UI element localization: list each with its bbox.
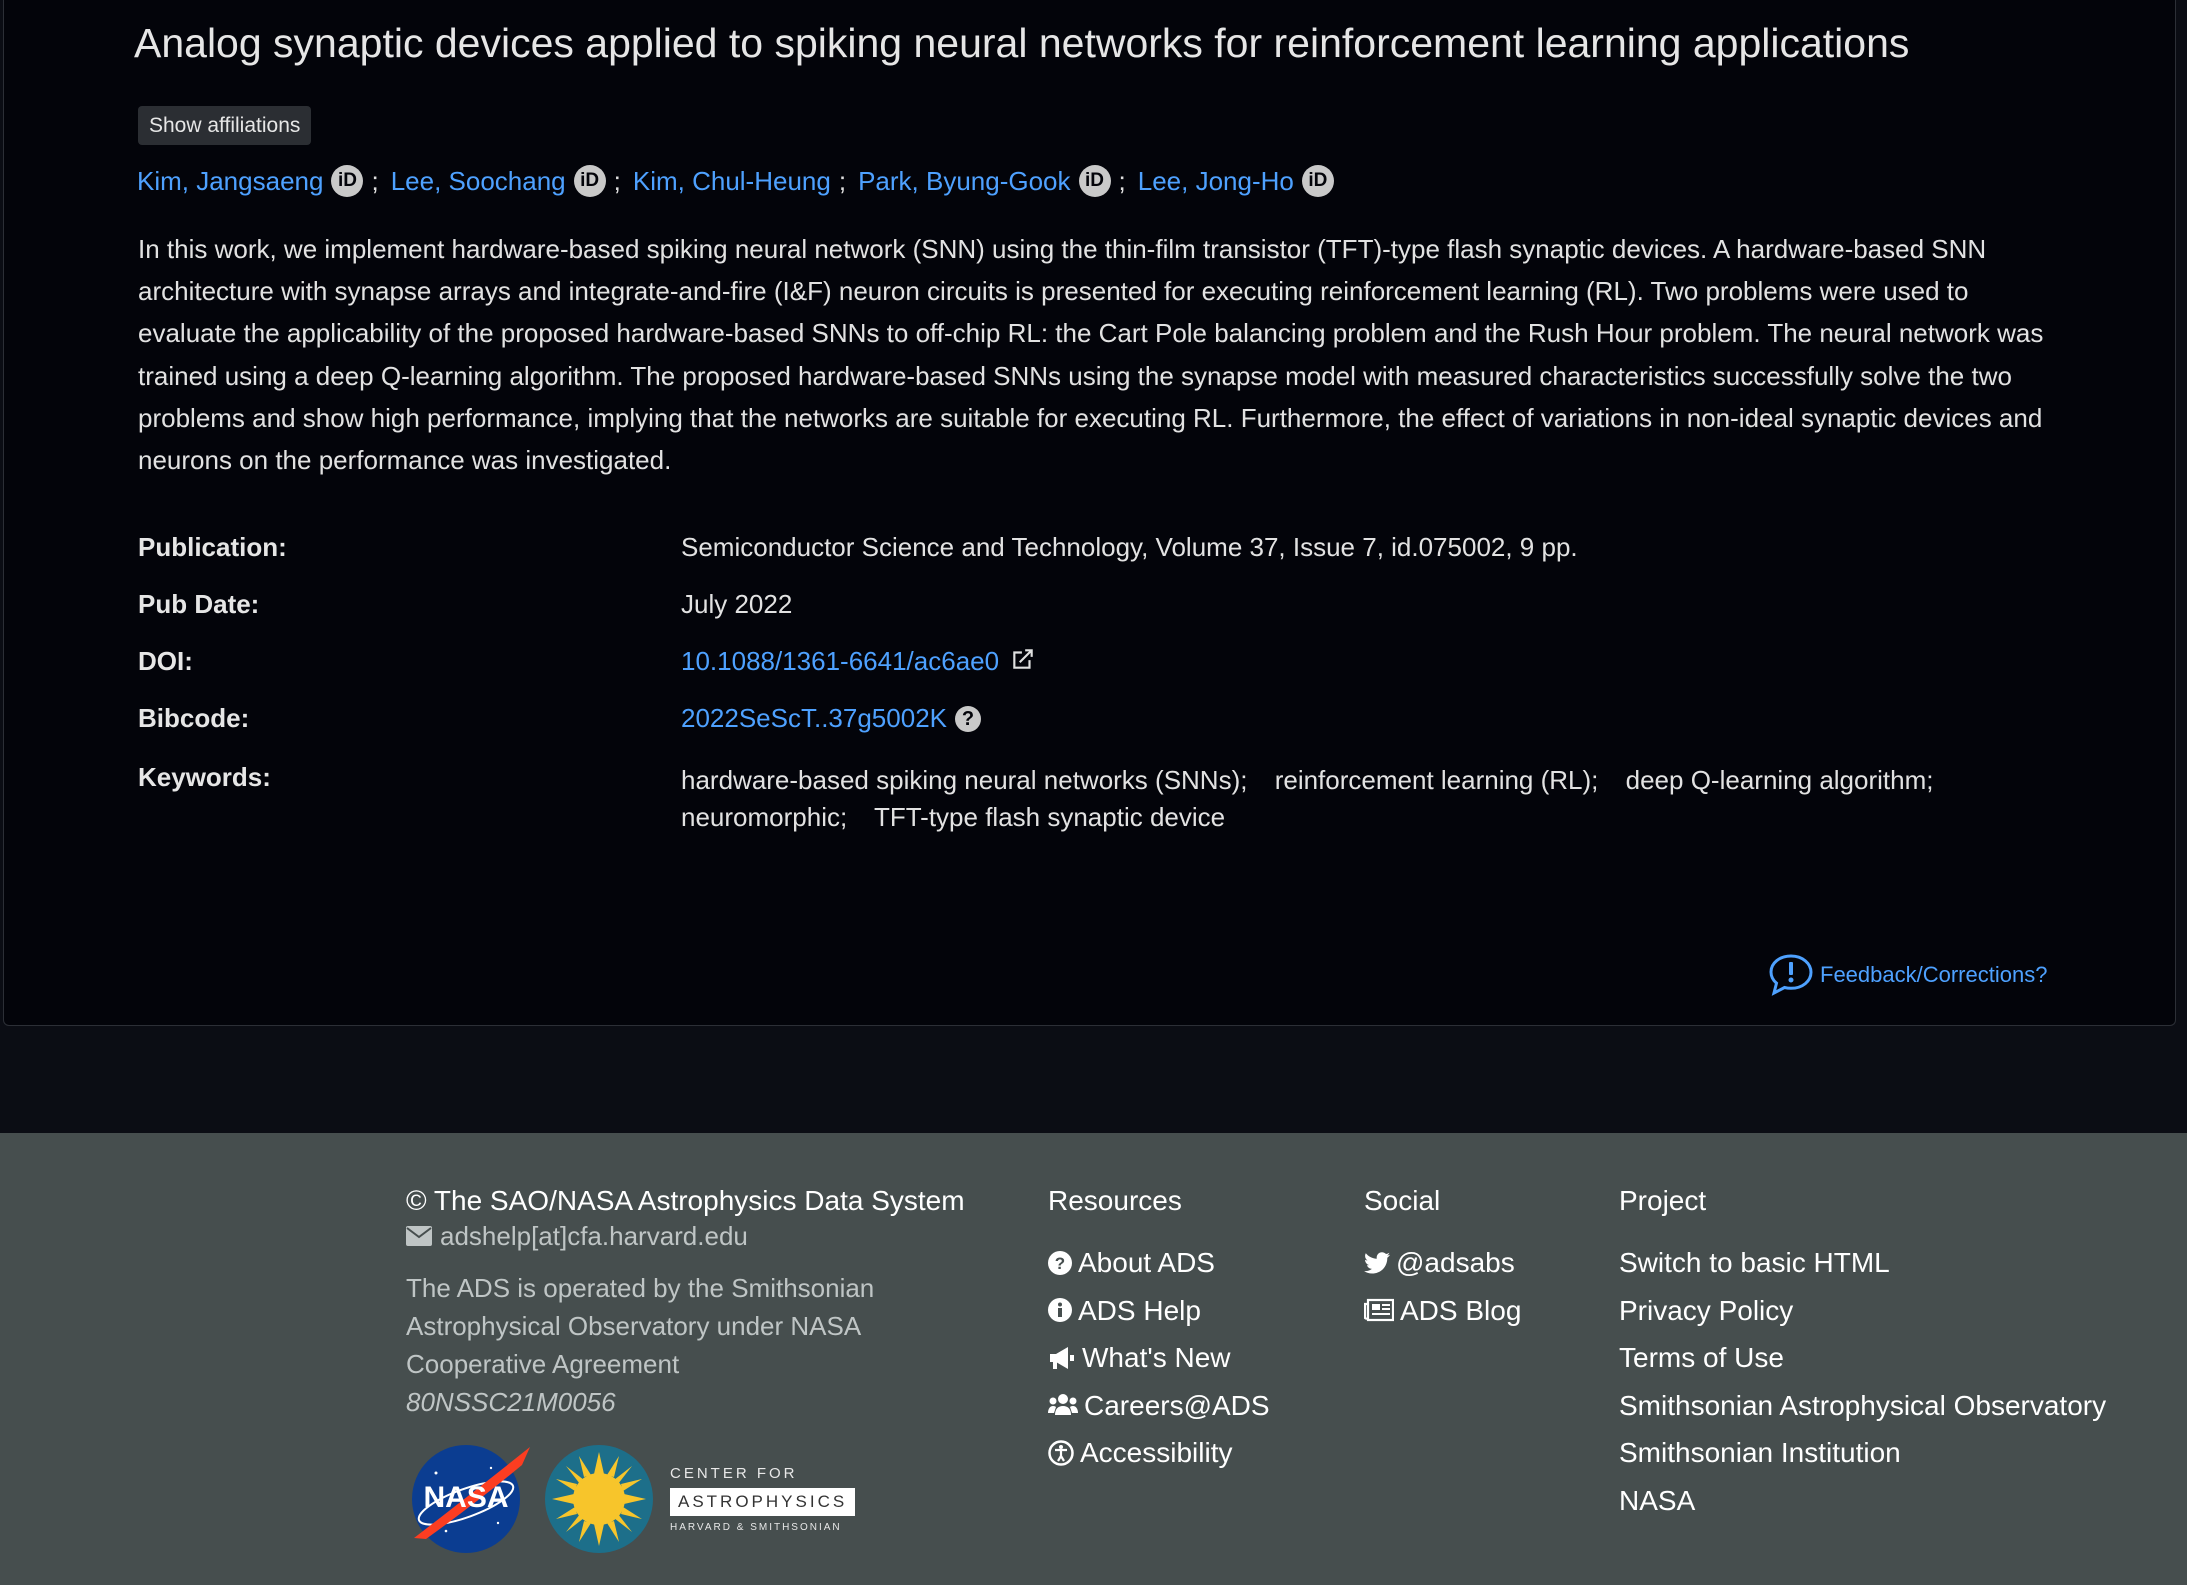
ads-blog-label[interactable]: ADS Blog [1400, 1287, 1521, 1335]
keyword: TFT-type flash synaptic device [873, 802, 1226, 832]
bibcode-link[interactable]: 2022SeScT..37g5002K [681, 703, 947, 733]
twitter-link[interactable]: @adsabs [1364, 1239, 1521, 1287]
author-separator: ; [613, 166, 621, 196]
author-link[interactable]: Lee, Soochang [391, 162, 566, 200]
project-heading: Project [1619, 1185, 1707, 1216]
author-separator: ; [838, 166, 847, 196]
question-circle-icon[interactable]: ? [955, 706, 981, 732]
doi-row: DOI: 10.1088/1361-6641/ac6ae0 [138, 646, 2088, 703]
sao-link[interactable]: Smithsonian Astrophysical Observatory [1619, 1382, 2106, 1430]
privacy-policy-link[interactable]: Privacy Policy [1619, 1287, 2106, 1335]
comment-alert-icon [1769, 954, 1813, 996]
agreement-number: 80NSSC21M0056 [406, 1387, 616, 1417]
accessibility-link[interactable]: Accessibility [1048, 1429, 1270, 1477]
operated-by-text: The ADS is operated by the Smithsonian A… [406, 1273, 875, 1379]
bibcode-label: Bibcode: [138, 703, 250, 733]
publication-row: Publication: Semiconductor Science and T… [138, 532, 2088, 589]
switch-basic-html-link[interactable]: Switch to basic HTML [1619, 1239, 2106, 1287]
show-affiliations-button[interactable]: Show affiliations [138, 106, 312, 145]
about-ads-link[interactable]: ? About ADS [1048, 1239, 1270, 1287]
footer-brand: © The SAO/NASA Astrophysics Data System [406, 1185, 965, 1216]
terms-of-use-link[interactable]: Terms of Use [1619, 1334, 2106, 1382]
orcid-icon[interactable]: iD [573, 165, 606, 197]
doi-label: DOI: [138, 646, 193, 676]
bullhorn-icon [1050, 1346, 1074, 1369]
footer-email[interactable]: adshelp[at]cfa.harvard.edu [406, 1217, 965, 1255]
keyword: hardware-based spiking neural networks (… [681, 765, 1248, 795]
article-panel: Analog synaptic devices applied to spiki… [3, 0, 2176, 1026]
resources-heading: Resources [1048, 1185, 1182, 1216]
doi-link[interactable]: 10.1088/1361-6641/ac6ae0 [681, 646, 999, 676]
pubdate-value: July 2022 [681, 589, 793, 619]
newspaper-icon [1364, 1299, 1394, 1322]
ads-help-link[interactable]: ADS Help [1048, 1287, 1270, 1335]
author-list: Kim, Jangsaeng iD ; Lee, Soochang iD ; K… [137, 162, 1334, 200]
nasa-link[interactable]: NASA [1619, 1477, 2106, 1525]
envelope-icon [406, 1226, 432, 1246]
article-title: Analog synaptic devices applied to spiki… [134, 20, 1910, 66]
orcid-icon[interactable]: iD [1078, 165, 1111, 197]
twitter-label[interactable]: @adsabs [1396, 1239, 1515, 1287]
whats-new-link[interactable]: What's New [1048, 1334, 1270, 1382]
keyword: deep Q-learning algorithm; [1625, 765, 1934, 795]
feedback-link[interactable]: Feedback/Corrections? [1768, 953, 2047, 997]
pubdate-label: Pub Date: [138, 589, 260, 619]
ads-blog-link[interactable]: ADS Blog [1364, 1287, 1521, 1335]
site-footer: © The SAO/NASA Astrophysics Data System … [0, 1133, 2187, 1585]
careers-link[interactable]: Careers@ADS [1048, 1382, 1270, 1430]
smithsonian-sun-logo[interactable] [544, 1444, 654, 1554]
keyword: reinforcement learning (RL); [1274, 765, 1599, 795]
pubdate-row: Pub Date: July 2022 [138, 589, 2088, 646]
metadata-table: Publication: Semiconductor Science and T… [138, 532, 2088, 836]
cfa-logo-middle: ASTROPHYSICS [670, 1488, 856, 1516]
info-circle-icon [1048, 1298, 1072, 1323]
nasa-logo[interactable]: NASA [406, 1443, 532, 1555]
cfa-logo[interactable]: CENTER FOR ASTROPHYSICS HARVARD & SMITHS… [670, 1465, 856, 1533]
author-separator: ; [1118, 166, 1126, 196]
nasa-logo-text: NASA [423, 1481, 508, 1514]
bibcode-row: Bibcode: 2022SeScT..37g5002K? [138, 703, 2088, 762]
twitter-icon [1364, 1252, 1390, 1274]
author-link[interactable]: Kim, Jangsaeng [137, 162, 323, 200]
author-link[interactable]: Lee, Jong-Ho [1138, 162, 1294, 200]
orcid-icon[interactable]: iD [331, 165, 364, 197]
accessibility-icon [1048, 1440, 1074, 1466]
feedback-label[interactable]: Feedback/Corrections? [1820, 962, 2047, 988]
author-link[interactable]: Kim, Chul-Heung [633, 162, 831, 200]
orcid-icon[interactable]: iD [1301, 165, 1334, 197]
footer-brand-column: © The SAO/NASA Astrophysics Data System … [406, 1183, 965, 1555]
cfa-logo-bottom: HARVARD & SMITHSONIAN [670, 1522, 842, 1533]
author-link[interactable]: Park, Byung-Gook [858, 162, 1070, 200]
about-ads-label[interactable]: About ADS [1078, 1239, 1215, 1287]
footer-logos: NASA CENTER FOR ASTROPHYSICS HARVARD & S… [406, 1443, 965, 1555]
author-separator: ; [371, 166, 379, 196]
social-heading: Social [1364, 1185, 1441, 1216]
publication-value: Semiconductor Science and Technology, Vo… [681, 532, 1578, 562]
publication-label: Publication: [138, 532, 287, 562]
footer-resources-column: Resources ? About ADS ADS Help What's Ne… [1048, 1183, 1270, 1477]
footer-email-text[interactable]: adshelp[at]cfa.harvard.edu [440, 1217, 748, 1255]
abstract: In this work, we implement hardware-base… [138, 234, 2044, 476]
cfa-logo-top: CENTER FOR [670, 1465, 798, 1482]
external-link-icon[interactable] [1010, 646, 1036, 672]
keywords-label: Keywords: [138, 762, 271, 792]
keywords-row: Keywords: hardware-based spiking neural … [138, 762, 2088, 836]
accessibility-label[interactable]: Accessibility [1080, 1429, 1232, 1477]
question-circle-icon: ? [1048, 1250, 1072, 1275]
svg-text:?: ? [1055, 1254, 1065, 1273]
ads-help-label[interactable]: ADS Help [1078, 1287, 1201, 1335]
whats-new-label[interactable]: What's New [1082, 1334, 1231, 1382]
footer-project-column: Project Switch to basic HTML Privacy Pol… [1619, 1183, 2106, 1524]
keyword: neuromorphic; [681, 802, 848, 832]
careers-label[interactable]: Careers@ADS [1084, 1382, 1270, 1430]
smithsonian-institution-link[interactable]: Smithsonian Institution [1619, 1429, 2106, 1477]
footer-description: The ADS is operated by the Smithsonian A… [406, 1269, 926, 1421]
footer-social-column: Social @adsabs ADS Blog [1364, 1183, 1521, 1334]
users-icon [1048, 1394, 1078, 1416]
